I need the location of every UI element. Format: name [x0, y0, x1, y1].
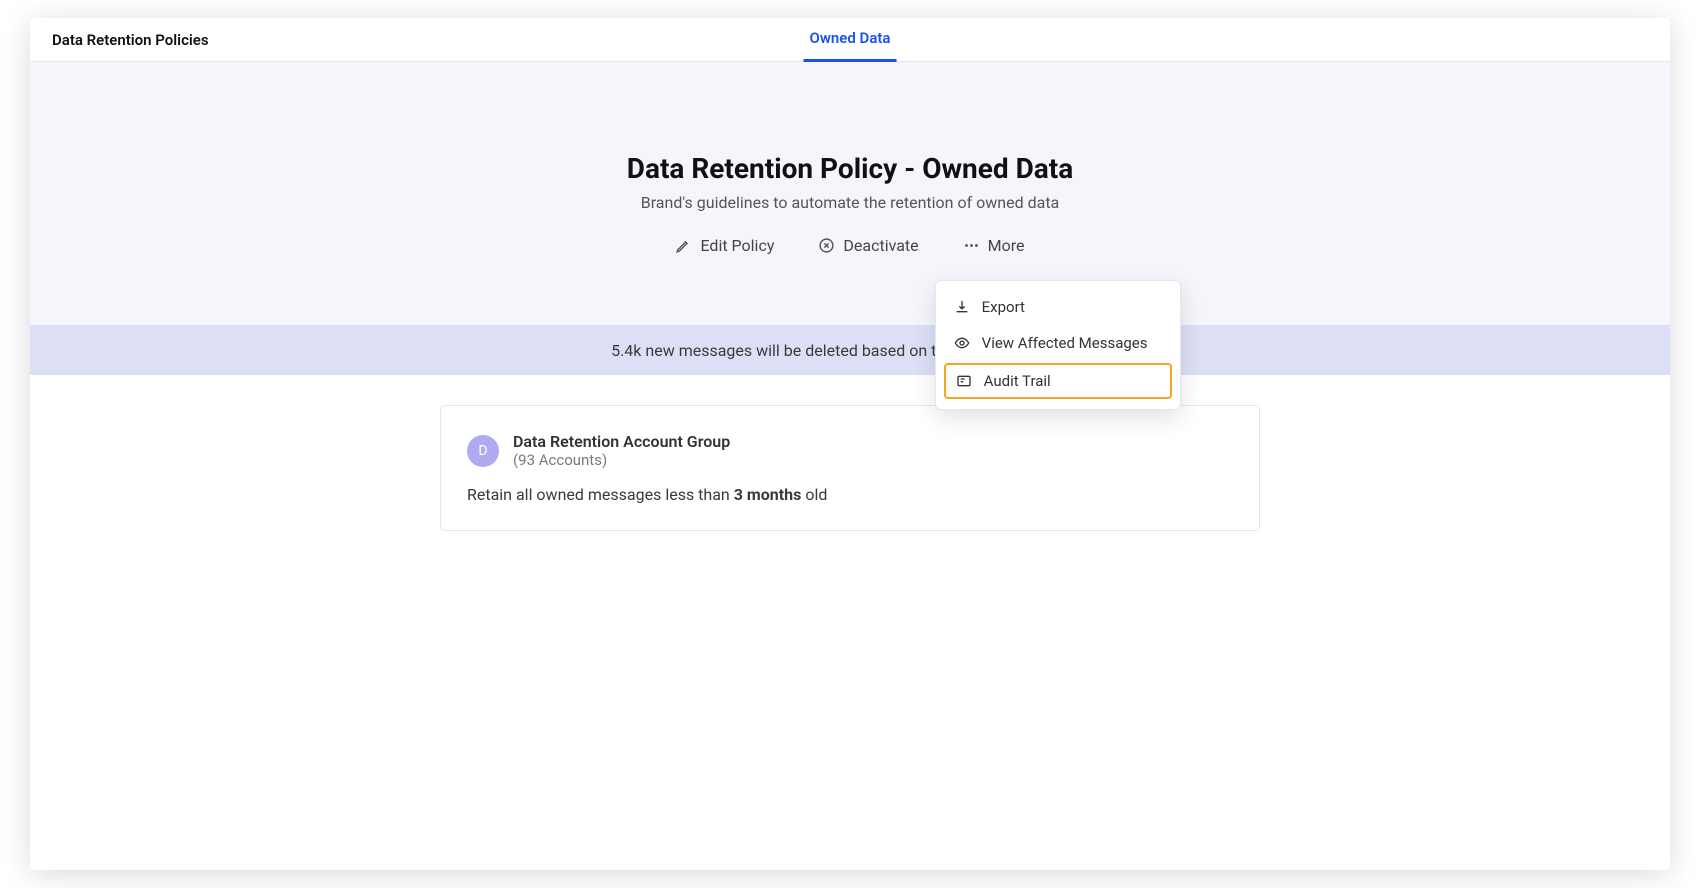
breadcrumb[interactable]: Data Retention Policies: [30, 31, 209, 49]
avatar: D: [467, 435, 499, 467]
hero-section: Data Retention Policy - Owned Data Brand…: [30, 62, 1670, 325]
more-dropdown: Export View Affected Messages Audit Trai…: [935, 280, 1181, 410]
retention-rule: Retain all owned messages less than 3 mo…: [467, 485, 1233, 504]
dropdown-view-affected[interactable]: View Affected Messages: [936, 325, 1180, 361]
pencil-icon: [675, 237, 692, 254]
dropdown-audit-trail[interactable]: Audit Trail: [944, 363, 1172, 399]
deactivate-button[interactable]: Deactivate: [818, 236, 918, 255]
dots-icon: [963, 237, 980, 254]
card-header: D Data Retention Account Group (93 Accou…: [467, 432, 1233, 469]
deactivate-label: Deactivate: [843, 236, 918, 255]
content-area: D Data Retention Account Group (93 Accou…: [30, 375, 1670, 561]
app-frame: Data Retention Policies Owned Data Data …: [30, 18, 1670, 870]
more-button[interactable]: More Export View Affected Messages Audit…: [963, 236, 1025, 255]
more-label: More: [988, 236, 1025, 255]
dropdown-audit-trail-label: Audit Trail: [984, 372, 1051, 390]
tab-owned-data[interactable]: Owned Data: [804, 18, 897, 62]
x-circle-icon: [818, 237, 835, 254]
page-subtitle: Brand's guidelines to automate the reten…: [30, 193, 1670, 212]
retention-duration: 3 months: [734, 485, 802, 504]
dropdown-export-label: Export: [982, 298, 1025, 316]
action-row: Edit Policy Deactivate More Export View …: [30, 236, 1670, 255]
retention-suffix: old: [801, 485, 827, 504]
banner-text: 5.4k new messages will be deleted based …: [611, 341, 989, 360]
audit-icon: [956, 373, 972, 389]
card-accounts-count: (93 Accounts): [513, 451, 730, 469]
card-title: Data Retention Account Group: [513, 432, 730, 451]
dropdown-view-affected-label: View Affected Messages: [982, 334, 1148, 352]
download-icon: [954, 299, 970, 315]
retention-prefix: Retain all owned messages less than: [467, 485, 734, 504]
edit-policy-label: Edit Policy: [700, 236, 774, 255]
eye-icon: [954, 335, 970, 351]
notification-banner: 5.4k new messages will be deleted based …: [30, 325, 1670, 375]
top-bar: Data Retention Policies Owned Data: [30, 18, 1670, 62]
edit-policy-button[interactable]: Edit Policy: [675, 236, 774, 255]
policy-card: D Data Retention Account Group (93 Accou…: [440, 405, 1260, 531]
dropdown-export[interactable]: Export: [936, 289, 1180, 325]
page-title: Data Retention Policy - Owned Data: [30, 152, 1670, 185]
